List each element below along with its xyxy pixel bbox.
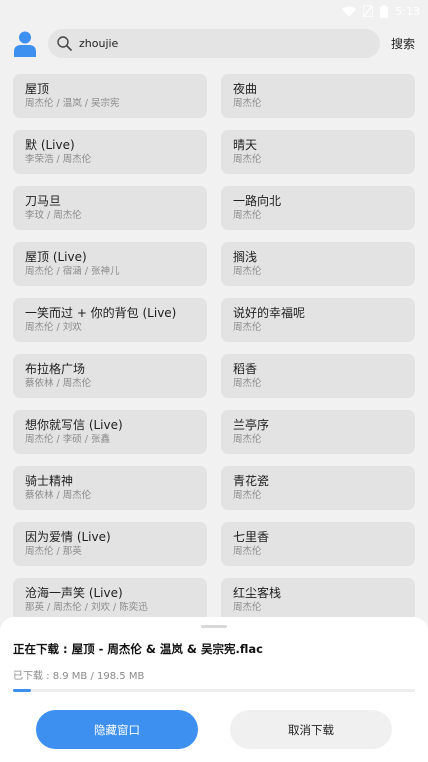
song-card[interactable]: 搁浅 周杰伦 — [221, 242, 415, 286]
song-card[interactable]: 刀马旦李玟 / 周杰伦 — [13, 186, 207, 230]
song-title: 青花瓷 — [233, 474, 270, 488]
song-card[interactable]: 稻香 周杰伦 — [221, 354, 415, 398]
battery-icon — [380, 4, 389, 18]
search-icon — [57, 36, 72, 51]
song-title: 稻香 — [233, 362, 258, 376]
song-title: 因为爱情 (Live) — [25, 530, 111, 544]
song-title: 红尘客栈 — [233, 586, 282, 600]
song-artist: 周杰伦 — [233, 378, 262, 389]
song-artist: 周杰伦 — [233, 602, 262, 613]
song-artist: 周杰伦 / 温岚 / 吴宗宪 — [25, 98, 120, 109]
song-title: 屋顶 — [25, 82, 50, 96]
no-sim-icon — [363, 5, 374, 17]
download-progress-fill — [13, 689, 32, 692]
song-card[interactable]: 一路向北 周杰伦 — [221, 186, 415, 230]
song-card[interactable]: 兰亭序 周杰伦 — [221, 410, 415, 454]
song-card[interactable]: 说好的幸福呢 周杰伦 — [221, 298, 415, 342]
song-title: 兰亭序 — [233, 418, 270, 432]
song-artist: 周杰伦 — [233, 266, 262, 277]
song-artist: 蔡依林 / 周杰伦 — [25, 490, 92, 501]
song-title: 一笑而过 + 你的背包 (Live) — [25, 306, 177, 320]
song-title: 一路向北 — [233, 194, 282, 208]
song-artist: 周杰伦 — [233, 490, 262, 501]
song-title: 骑士精神 — [25, 474, 74, 488]
song-title: 说好的幸福呢 — [233, 306, 306, 320]
song-artist: 蔡依林 / 周杰伦 — [25, 378, 92, 389]
status-bar: 5:13 — [0, 0, 428, 22]
song-artist: 李玟 / 周杰伦 — [25, 210, 82, 221]
song-artist: 周杰伦 — [233, 546, 262, 557]
song-artist: 周杰伦 — [233, 322, 262, 333]
song-artist: 周杰伦 / 宿涵 / 张神儿 — [25, 266, 120, 277]
download-sheet: 正在下载 : 屋顶 - 周杰伦 & 温岚 & 吴宗宪.flac 已下载 : 8.… — [0, 617, 428, 762]
song-card[interactable]: 晴天 周杰伦 — [221, 130, 415, 174]
song-card[interactable]: 夜曲 周杰伦 — [221, 74, 415, 118]
song-title: 夜曲 — [233, 82, 258, 96]
song-artist: 周杰伦 — [233, 154, 262, 165]
search-field[interactable] — [48, 29, 380, 58]
sheet-drag-handle[interactable] — [201, 625, 227, 628]
song-title: 想你就写信 (Live) — [25, 418, 123, 432]
song-card[interactable]: 青花瓷 周杰伦 — [221, 466, 415, 510]
song-card[interactable]: 因为爱情 (Live) 周杰伦 / 那英 — [13, 522, 207, 566]
hide-window-button[interactable]: 隐藏窗口 — [36, 710, 198, 749]
song-title: 布拉格广场 — [25, 362, 86, 376]
song-artist: 那英 / 周杰伦 / 刘欢 / 陈奕迅 — [25, 602, 148, 613]
song-card[interactable]: 屋顶 (Live) 周杰伦 / 宿涵 / 张神儿 — [13, 242, 207, 286]
song-card[interactable]: 布拉格广场蔡依林 / 周杰伦 — [13, 354, 207, 398]
download-title: 正在下载 : 屋顶 - 周杰伦 & 温岚 & 吴宗宪.flac — [13, 642, 263, 656]
song-artist: 周杰伦 — [233, 210, 262, 221]
song-artist: 周杰伦 — [233, 98, 262, 109]
download-progress-bar — [13, 689, 415, 692]
user-avatar-icon[interactable] — [14, 31, 36, 57]
song-artist: 李荣浩 / 周杰伦 — [25, 154, 92, 165]
song-artist: 周杰伦 / 李硕 / 张鑫 — [25, 434, 110, 445]
song-title: 晴天 — [233, 138, 258, 152]
download-progress-text: 已下载 : 8.9 MB / 198.5 MB — [13, 671, 145, 682]
song-card[interactable]: 七里香 周杰伦 — [221, 522, 415, 566]
song-title: 沧海一声笑 (Live) — [25, 586, 123, 600]
song-result-list: 屋顶周杰伦 / 温岚 / 吴宗宪 夜曲周杰伦 默 (Live) 李荣浩 / 周杰伦… — [13, 74, 415, 622]
song-card[interactable]: 沧海一声笑 (Live) 那英 / 周杰伦 / 刘欢 / 陈奕迅 — [13, 578, 207, 622]
song-title: 默 (Live) — [25, 138, 75, 152]
song-title: 七里香 — [233, 530, 270, 544]
song-artist: 周杰伦 — [233, 434, 262, 445]
song-title: 刀马旦 — [25, 194, 62, 208]
cancel-download-button[interactable]: 取消下载 — [230, 710, 392, 749]
wifi-icon — [342, 6, 357, 17]
song-title: 搁浅 — [233, 250, 258, 264]
search-bar: 搜索 — [0, 28, 428, 60]
song-card[interactable]: 红尘客栈 周杰伦 — [221, 578, 415, 622]
song-card[interactable]: 默 (Live) 李荣浩 / 周杰伦 — [13, 130, 207, 174]
song-card[interactable]: 想你就写信 (Live) 周杰伦 / 李硕 / 张鑫 — [13, 410, 207, 454]
status-time: 5:13 — [395, 4, 420, 18]
song-card[interactable]: 骑士精神蔡依林 / 周杰伦 — [13, 466, 207, 510]
song-artist: 周杰伦 / 那英 — [25, 546, 82, 557]
song-artist: 周杰伦 / 刘欢 — [25, 322, 82, 333]
search-input[interactable] — [79, 37, 349, 50]
song-card[interactable]: 一笑而过 + 你的背包 (Live) 周杰伦 / 刘欢 — [13, 298, 207, 342]
song-title: 屋顶 (Live) — [25, 250, 87, 264]
search-button[interactable]: 搜索 — [391, 35, 415, 52]
song-card[interactable]: 屋顶周杰伦 / 温岚 / 吴宗宪 — [13, 74, 207, 118]
